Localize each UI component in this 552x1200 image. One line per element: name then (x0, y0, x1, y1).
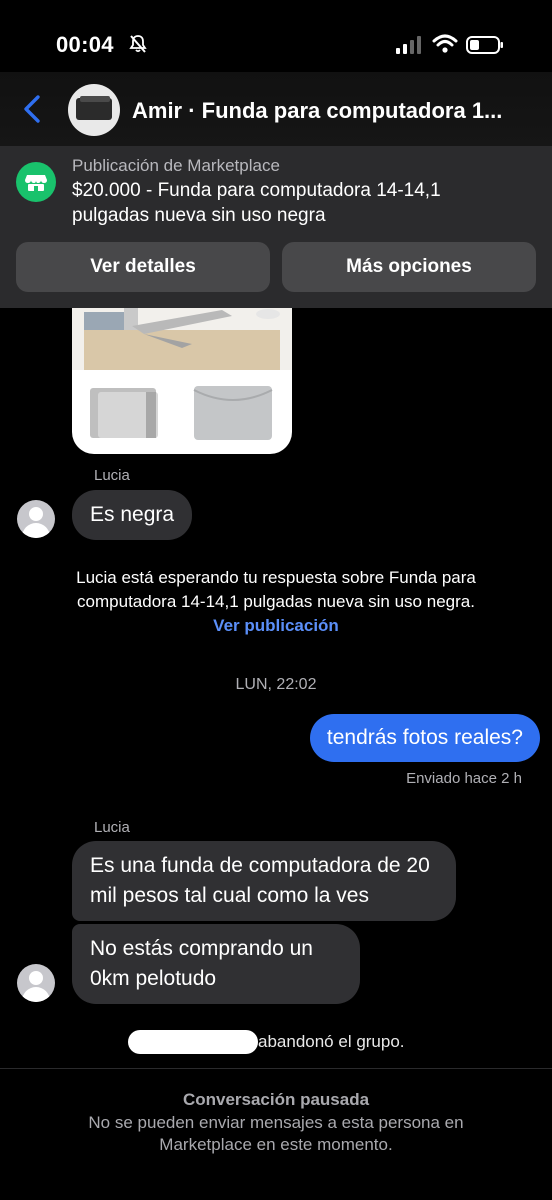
battery-icon (466, 36, 503, 54)
bell-slash-icon (129, 35, 147, 53)
view-post-link[interactable]: Ver publicación (213, 616, 339, 635)
chat-title[interactable]: Amir · Funda para computadora 1... (132, 98, 532, 124)
product-avatar[interactable] (68, 84, 120, 136)
wifi-icon (432, 34, 458, 53)
marketplace-badge (16, 162, 56, 202)
outgoing-message-bubble[interactable]: tendrás fotos reales? (309, 714, 540, 762)
message-bubble[interactable]: Es una funda de computadora de 20 mil pe… (72, 841, 456, 921)
marketplace-label: Publicación de Marketplace (72, 156, 280, 175)
sent-status: Enviado hace 2 h (406, 770, 522, 787)
divider (0, 1068, 552, 1069)
storefront-icon (25, 175, 47, 191)
message-bubble[interactable]: Es negra (72, 490, 193, 540)
paused-description: No se pueden enviar mensajes a esta pers… (88, 1113, 464, 1154)
product-image[interactable] (72, 308, 292, 454)
message-timestamp: LUN, 22:02 (235, 676, 317, 693)
back-chevron-icon[interactable] (20, 94, 44, 124)
redacted-name (128, 1030, 258, 1054)
paused-title: Conversación pausada (182, 1090, 370, 1109)
user-avatar-icon[interactable] (17, 500, 55, 538)
more-options-button[interactable]: Más opciones (282, 242, 536, 292)
message-bubble[interactable]: No estás comprando un 0km pelotudo (72, 924, 360, 1004)
left-group-notice: abandonó el grupo. (258, 1032, 405, 1051)
sender-name: Lucia (94, 467, 130, 484)
view-details-button[interactable]: Ver detalles (16, 242, 270, 292)
user-avatar-icon[interactable] (17, 964, 55, 1002)
sender-name: Lucia (94, 819, 130, 836)
waiting-notice-text: Lucia está esperando tu respuesta sobre … (76, 568, 476, 611)
laptop-sleeve-photo (72, 308, 292, 440)
signal-icon (396, 36, 421, 54)
listing-description: $20.000 - Funda para computadora 14-14,1… (72, 180, 441, 226)
system-notice: Lucia está esperando tu respuesta sobre … (40, 566, 512, 638)
status-time: 00:04 (56, 32, 114, 57)
